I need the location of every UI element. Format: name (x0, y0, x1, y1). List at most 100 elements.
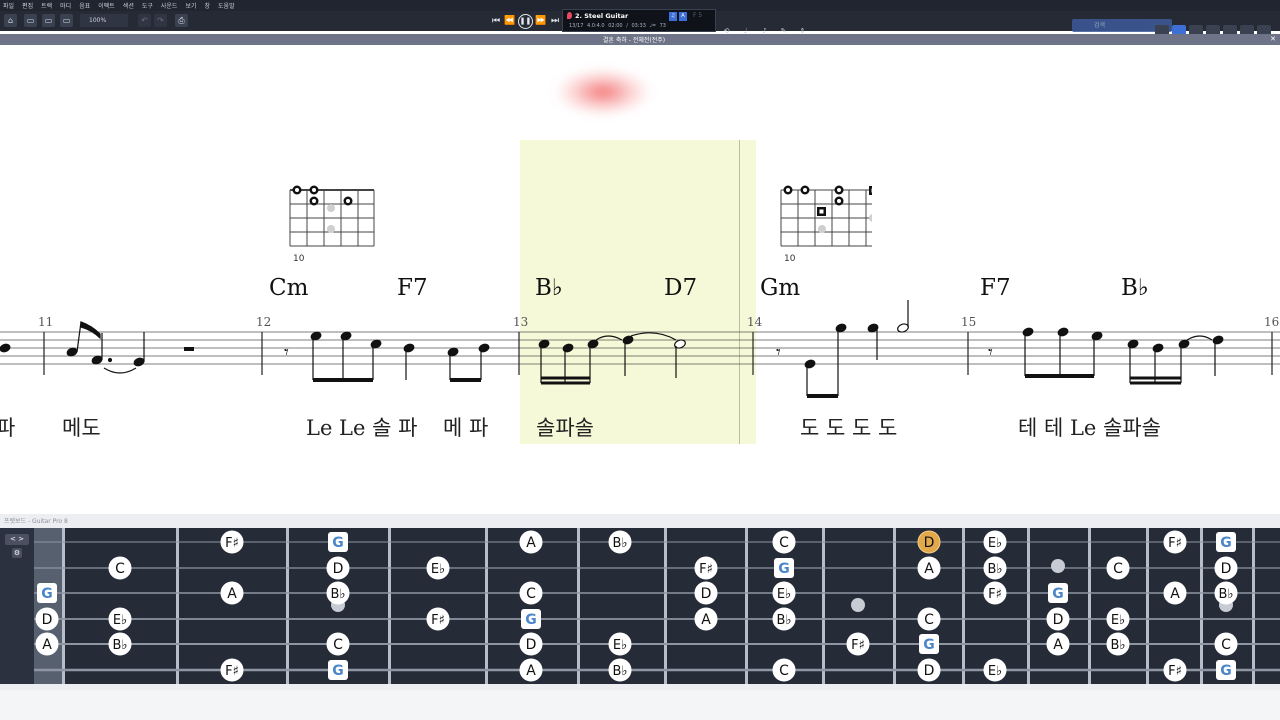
menu-item-help[interactable]: 도움말 (218, 1, 235, 10)
fretboard-note-marker[interactable]: D (917, 658, 941, 682)
fretboard-note-marker[interactable]: B♭ (608, 530, 632, 554)
fretboard-note-marker[interactable]: C (772, 658, 796, 682)
fretboard-note-label: D (924, 535, 935, 551)
menu-item-effect[interactable]: 이펙트 (98, 1, 115, 10)
fretboard-note-marker[interactable]: C (519, 581, 543, 605)
fretboard-note-marker[interactable]: E♭ (983, 658, 1007, 682)
fretboard-note-marker[interactable]: G (328, 532, 348, 552)
fretboard-note-marker[interactable]: A (694, 607, 718, 631)
fretboard-note-marker[interactable]: G (919, 634, 939, 654)
rewind-icon[interactable]: ⏪ (504, 14, 516, 28)
forward-icon[interactable]: ⏩ (535, 14, 547, 28)
fretboard-note-marker[interactable]: G (1216, 532, 1236, 552)
print-icon[interactable]: ⎙ (175, 14, 188, 27)
menu-item-tools[interactable]: 도구 (142, 1, 153, 10)
menu-item-note[interactable]: 음표 (79, 1, 90, 10)
fretboard-note-marker[interactable]: C (1214, 632, 1238, 656)
fretboard-note-marker[interactable]: B♭ (983, 556, 1007, 580)
undo-icon[interactable]: ↶ (138, 14, 151, 27)
fretboard-note-marker[interactable]: G (328, 660, 348, 680)
fretboard-note-marker[interactable]: F♯ (1163, 658, 1187, 682)
fretboard-note-marker[interactable]: F♯ (220, 530, 244, 554)
fretboard-note-marker[interactable]: D (917, 530, 941, 554)
menu-item-file[interactable]: 파일 (3, 1, 14, 10)
go-start-icon[interactable]: ⏮ (490, 14, 502, 28)
chord-diagram-1: 10 (289, 185, 375, 263)
pause-icon[interactable]: ❚❚ (518, 14, 533, 29)
fretboard-note-marker[interactable]: E♭ (1106, 607, 1130, 631)
fretboard-note-marker[interactable]: G (774, 558, 794, 578)
close-icon[interactable]: ✕ (1270, 35, 1276, 43)
fretboard-note-marker[interactable]: A (519, 530, 543, 554)
fretboard-note-marker[interactable]: A (220, 581, 244, 605)
fretboard-note-marker[interactable]: F♯ (983, 581, 1007, 605)
status-strip (0, 690, 1280, 720)
fretboard-note-marker[interactable]: A (35, 632, 59, 656)
zoom-selector[interactable]: 100% (80, 14, 128, 27)
fretboard-note-marker[interactable]: B♭ (108, 632, 132, 656)
fretboard-note-marker[interactable]: E♭ (772, 581, 796, 605)
screen-view-icon[interactable]: ▭ (42, 14, 55, 27)
diagram-fret-1: 10 (293, 254, 305, 263)
fretboard-note-marker[interactable]: C (917, 607, 941, 631)
home-icon[interactable]: ⌂ (4, 14, 17, 27)
fretboard-note-marker[interactable]: F♯ (426, 607, 450, 631)
mute-icon[interactable]: ♫ (669, 12, 677, 21)
page-view-icon[interactable]: ▭ (24, 14, 37, 27)
menu-item-edit[interactable]: 편집 (22, 1, 33, 10)
fretboard-note-marker[interactable]: A (1163, 581, 1187, 605)
fretboard-note-marker[interactable]: G (1216, 660, 1236, 680)
lcd-display[interactable]: 2. Steel Guitar 13/17 4.0:4.0 02:00 / 03… (562, 9, 716, 32)
menu-item-window[interactable]: 창 (205, 1, 211, 10)
solo-icon[interactable]: A (679, 12, 687, 21)
fretboard-note-marker[interactable]: E♭ (983, 530, 1007, 554)
fretboard-note-marker[interactable]: C (772, 530, 796, 554)
fretboard-note-label: E♭ (613, 638, 627, 653)
fretboard-note-marker[interactable]: F♯ (220, 658, 244, 682)
menu-item-bar[interactable]: 마디 (60, 1, 71, 10)
fretboard-note-label: G (778, 561, 790, 577)
music-staff[interactable]: 𝄾 𝄾 𝄾 (0, 300, 1280, 410)
menu-item-section[interactable]: 섹션 (123, 1, 134, 10)
redo-icon[interactable]: ↷ (154, 14, 167, 27)
fretboard-note-marker[interactable]: G (37, 583, 57, 603)
fretboard-note-label: D (42, 612, 53, 628)
fretboard-note-label: E♭ (988, 536, 1002, 551)
fretboard-note-marker[interactable]: C (108, 556, 132, 580)
fretboard-note-marker[interactable]: E♭ (426, 556, 450, 580)
fretboard-note-marker[interactable]: D (694, 581, 718, 605)
menu-item-view[interactable]: 보기 (185, 1, 196, 10)
fretboard-note-label: C (1221, 637, 1231, 653)
panel-view-icon[interactable]: ▭ (60, 14, 73, 27)
fretboard-note-marker[interactable]: B♭ (772, 607, 796, 631)
fretboard-note-marker[interactable]: A (917, 556, 941, 580)
fretboard-note-marker[interactable]: D (1046, 607, 1070, 631)
fretboard-note-marker[interactable]: E♭ (608, 632, 632, 656)
fretboard-note-marker[interactable]: A (1046, 632, 1070, 656)
fretboard-note-marker[interactable]: G (1048, 583, 1068, 603)
fretboard-note-marker[interactable]: D (519, 632, 543, 656)
fretboard-note-marker[interactable]: F♯ (846, 632, 870, 656)
fretboard-note-marker[interactable]: G (521, 609, 541, 629)
fretboard-note-marker[interactable]: B♭ (1106, 632, 1130, 656)
chord-name: F7 (980, 275, 1011, 301)
fretboard-note-marker[interactable]: E♭ (108, 607, 132, 631)
menu-item-track[interactable]: 트랙 (41, 1, 52, 10)
fretboard-note-marker[interactable]: F♯ (1163, 530, 1187, 554)
fretboard-note-marker[interactable]: F♯ (694, 556, 718, 580)
fretboard-note-marker[interactable]: D (35, 607, 59, 631)
fretboard-note-marker[interactable]: B♭ (608, 658, 632, 682)
fretboard-note-marker[interactable]: D (326, 556, 350, 580)
fretboard-note-label: B♭ (987, 562, 1002, 577)
fretboard-note-marker[interactable]: A (519, 658, 543, 682)
fretboard-note-marker[interactable]: C (326, 632, 350, 656)
fretboard-note-marker[interactable]: C (1106, 556, 1130, 580)
fretboard[interactable]: GDACE♭B♭F♯AF♯GDB♭CGE♭F♯ACGDAB♭E♭B♭F♯DACG… (0, 514, 1280, 690)
fretboard-note-marker[interactable]: B♭ (326, 581, 350, 605)
go-end-icon[interactable]: ⏭ (549, 14, 561, 28)
menu-item-sound[interactable]: 사운드 (161, 1, 178, 10)
fretboard-note-label: D (333, 561, 344, 577)
fretboard-note-marker[interactable]: D (1214, 556, 1238, 580)
chord-name: F7 (397, 275, 428, 301)
fretboard-note-marker[interactable]: B♭ (1214, 581, 1238, 605)
